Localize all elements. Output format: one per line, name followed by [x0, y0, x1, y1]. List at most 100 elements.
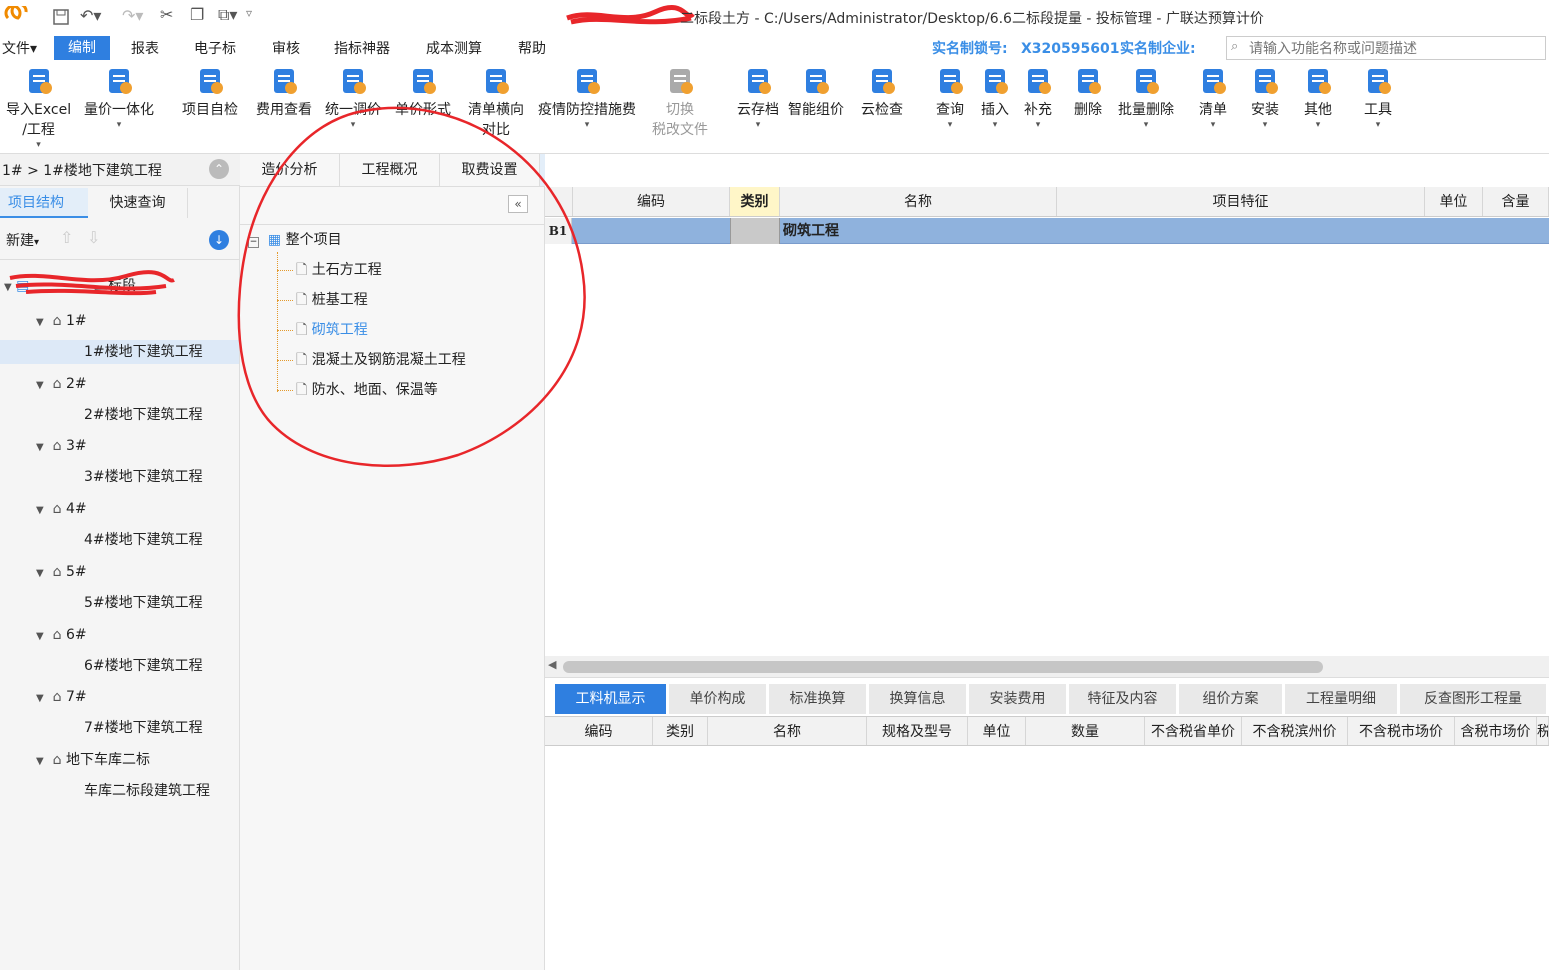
ribbon-button-cloud-check[interactable]: 云检查 — [861, 66, 903, 120]
collapse-icon[interactable]: ▼ — [36, 317, 44, 328]
tree-leaf[interactable]: 1#楼地下建筑工程 — [0, 340, 239, 364]
tree-node[interactable]: ▼ ⌂ 3# — [36, 434, 87, 458]
new-button[interactable]: 新建▾ — [6, 230, 39, 250]
copy-icon[interactable]: ❐ — [190, 5, 204, 24]
detail-column-header[interactable]: 不含税滨州价 — [1242, 717, 1348, 745]
detail-tab[interactable]: 换算信息 — [869, 684, 969, 714]
name-cell[interactable]: 砌筑工程 — [783, 218, 1053, 244]
move-down-icon[interactable]: ⇩ — [87, 228, 100, 247]
dropdown-caret-icon[interactable]: ▾ — [6, 140, 71, 150]
type-cell[interactable] — [730, 218, 780, 244]
horizontal-scrollbar[interactable]: ◀ — [545, 656, 1549, 678]
tree-leaf[interactable]: 7#楼地下建筑工程 — [0, 716, 239, 740]
detail-tab[interactable]: 反查图形工程量 — [1400, 684, 1549, 714]
ribbon-button-quantity-price[interactable]: 量价一体化 ▾ — [84, 66, 154, 130]
quick-access-dropdown-icon[interactable]: ▿ — [246, 6, 252, 20]
menu-edit[interactable]: 编制 — [54, 36, 110, 60]
ribbon-button-other[interactable]: 其他 ▾ — [1303, 66, 1333, 130]
ribbon-button-query[interactable]: 查询 ▾ — [935, 66, 965, 130]
undo-icon[interactable]: ↶▾ — [80, 6, 101, 25]
tree-leaf[interactable]: 5#楼地下建筑工程 — [0, 591, 239, 615]
detail-column-header[interactable]: 名称 — [708, 717, 867, 745]
detail-column-header[interactable]: 单位 — [968, 717, 1026, 745]
tab-project-structure[interactable]: 项目结构 — [0, 188, 88, 218]
detail-column-header[interactable]: 税 — [1537, 717, 1549, 745]
ribbon-button-tools[interactable]: 工具 ▾ — [1363, 66, 1393, 130]
tree-leaf[interactable]: 车库二标段建筑工程 — [0, 779, 239, 803]
detail-tab[interactable]: 组价方案 — [1179, 684, 1285, 714]
cut-icon[interactable]: ✂ — [160, 5, 173, 24]
tree-node[interactable]: ▼ ⌂ 5# — [36, 560, 87, 584]
collapse-icon[interactable]: ▼ — [36, 568, 44, 579]
ribbon-button-delete[interactable]: 删除 — [1073, 66, 1103, 120]
collapse-icon[interactable]: ▼ — [36, 631, 44, 642]
dropdown-caret-icon[interactable]: ▾ — [1363, 120, 1393, 130]
menu-e-bid[interactable]: 电子标 — [194, 38, 236, 60]
dropdown-caret-icon[interactable]: ▾ — [1118, 120, 1174, 130]
download-icon[interactable]: ↓ — [209, 230, 229, 250]
column-header[interactable]: 单位 — [1425, 187, 1483, 216]
dropdown-caret-icon[interactable]: ▾ — [737, 120, 779, 130]
column-header[interactable]: 类别 — [730, 187, 780, 216]
tree-leaf[interactable]: 6#楼地下建筑工程 — [0, 654, 239, 678]
menu-cost-calc[interactable]: 成本测算 — [426, 38, 482, 60]
ribbon-button-smart-price[interactable]: 智能组价 — [788, 66, 844, 120]
tree-node[interactable]: ▼ ⌂ 6# — [36, 623, 87, 647]
dropdown-caret-icon[interactable]: ▾ — [980, 120, 1010, 130]
menu-file[interactable]: 文件▾ — [2, 38, 37, 60]
ribbon-button-list[interactable]: 清单 ▾ — [1198, 66, 1228, 130]
detail-tab[interactable]: 工程量明细 — [1285, 684, 1400, 714]
table-row[interactable]: B1 砌筑工程 — [545, 218, 1549, 244]
collapse-icon[interactable]: ▼ — [36, 380, 44, 391]
detail-column-header[interactable]: 含税市场价 — [1455, 717, 1537, 745]
menu-review[interactable]: 审核 — [272, 38, 300, 60]
tree-node[interactable]: ▼ ⌂ 2# — [36, 372, 87, 396]
dropdown-caret-icon[interactable]: ▾ — [1250, 120, 1280, 130]
detail-column-header[interactable]: 数量 — [1026, 717, 1145, 745]
menu-help[interactable]: 帮助 — [518, 38, 546, 60]
tree-node[interactable]: ▼ ⌂ 4# — [36, 497, 87, 521]
detail-column-header[interactable]: 类别 — [653, 717, 708, 745]
ribbon-button-install[interactable]: 安装 ▾ — [1250, 66, 1280, 130]
detail-column-header[interactable]: 编码 — [545, 717, 653, 745]
dropdown-caret-icon[interactable]: ▾ — [1023, 120, 1053, 130]
ribbon-button-switch-tax[interactable]: 切换 税改文件 — [652, 66, 708, 140]
detail-tab[interactable]: 工料机显示 — [555, 684, 669, 714]
dropdown-caret-icon[interactable]: ▾ — [935, 120, 965, 130]
collapse-icon[interactable]: ▼ — [36, 505, 44, 516]
detail-column-header[interactable]: 不含税省单价 — [1145, 717, 1242, 745]
move-up-icon[interactable]: ⇧ — [60, 228, 73, 247]
tab-quick-query[interactable]: 快速查询 — [88, 188, 188, 218]
dropdown-caret-icon[interactable]: ▾ — [1198, 120, 1228, 130]
menu-index-tool[interactable]: 指标神器 — [334, 38, 390, 60]
detail-tab[interactable]: 标准换算 — [769, 684, 869, 714]
function-search-input[interactable] — [1249, 38, 1539, 58]
ribbon-button-supplement[interactable]: 补充 ▾ — [1023, 66, 1053, 130]
detail-tab[interactable]: 特征及内容 — [1069, 684, 1179, 714]
tree-leaf[interactable]: 4#楼地下建筑工程 — [0, 528, 239, 552]
dropdown-caret-icon[interactable]: ▾ — [84, 120, 154, 130]
tree-leaf[interactable]: 2#楼地下建筑工程 — [0, 403, 239, 427]
collapse-icon[interactable]: ▼ — [36, 756, 44, 767]
ribbon-button-insert[interactable]: 插入 ▾ — [980, 66, 1010, 130]
dropdown-caret-icon[interactable]: ▾ — [1303, 120, 1333, 130]
tree-node[interactable]: ▼ ⌂ 1# — [36, 309, 87, 333]
ribbon-button-cloud-archive[interactable]: 云存档 ▾ — [737, 66, 779, 130]
scrollbar-thumb[interactable] — [563, 661, 1323, 673]
ribbon-button-import-excel[interactable]: 导入Excel/工程 ▾ — [6, 66, 71, 150]
collapse-icon[interactable]: ▼ — [36, 693, 44, 704]
collapse-up-icon[interactable]: ⌃ — [209, 159, 229, 179]
column-header[interactable]: 含量 — [1483, 187, 1549, 216]
column-header[interactable]: 项目特征 — [1057, 187, 1425, 216]
redo-icon[interactable]: ↷▾ — [122, 6, 143, 25]
scroll-left-icon[interactable]: ◀ — [548, 658, 556, 671]
function-search-box[interactable]: ⌕ — [1226, 36, 1546, 60]
save-icon[interactable] — [52, 8, 70, 26]
detail-column-header[interactable]: 规格及型号 — [867, 717, 968, 745]
tree-leaf[interactable]: 3#楼地下建筑工程 — [0, 465, 239, 489]
column-header[interactable]: 名称 — [780, 187, 1057, 216]
ribbon-button-batch-delete[interactable]: 批量删除 ▾ — [1118, 66, 1174, 130]
detail-tab[interactable]: 单价构成 — [669, 684, 769, 714]
detail-tab[interactable]: 安装费用 — [969, 684, 1069, 714]
detail-column-header[interactable]: 不含税市场价 — [1348, 717, 1455, 745]
